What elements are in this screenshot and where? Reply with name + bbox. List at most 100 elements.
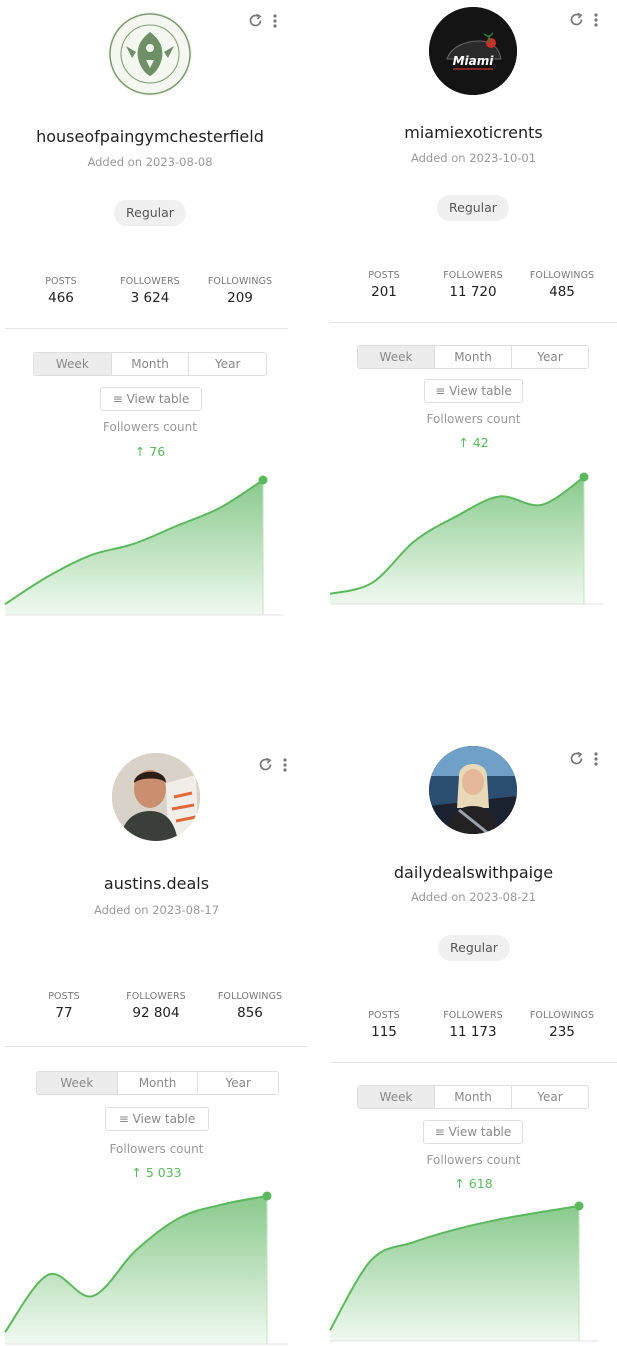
list-icon: ≡ xyxy=(118,1112,133,1126)
status-badge: Regular xyxy=(438,935,510,961)
refresh-icon[interactable] xyxy=(247,12,264,29)
list-icon: ≡ xyxy=(435,384,450,398)
stat-posts: POSTS 466 xyxy=(31,276,91,306)
view-table-label: View table xyxy=(132,1112,196,1126)
stat-followers: FOLLOWERS 92 804 xyxy=(116,991,196,1021)
avatar[interactable] xyxy=(112,753,200,841)
stat-label: FOLLOWERS xyxy=(443,270,503,281)
more-vertical-icon[interactable] xyxy=(283,757,287,772)
profile-photo xyxy=(112,753,200,841)
avatar[interactable] xyxy=(429,746,517,834)
divider xyxy=(330,322,617,323)
chart-line xyxy=(329,1205,580,1331)
avatar-text: Miami xyxy=(453,54,495,68)
stat-value: 209 xyxy=(227,290,253,306)
tab-month[interactable]: Month xyxy=(434,346,511,368)
stat-value: 11 173 xyxy=(449,1024,497,1040)
more-vertical-icon[interactable] xyxy=(594,12,598,27)
period-tabs: Week Month Year xyxy=(357,1085,589,1109)
tab-year[interactable]: Year xyxy=(197,1072,278,1094)
refresh-icon[interactable] xyxy=(257,756,274,773)
avatar[interactable] xyxy=(106,10,194,98)
chart-label: Followers count xyxy=(426,1153,521,1167)
stat-label: FOLLOWERS xyxy=(443,1010,503,1021)
followers-delta: ↑ 76 xyxy=(134,444,166,459)
tab-month[interactable]: Month xyxy=(110,353,189,375)
view-table-button[interactable]: ≡ View table xyxy=(423,1120,523,1144)
chart-label: Followers count xyxy=(103,420,197,434)
chart-last-point[interactable] xyxy=(258,475,268,485)
chart-label: Followers count xyxy=(426,412,521,426)
stat-label: FOLLOWINGS xyxy=(529,270,595,281)
stat-value: 3 624 xyxy=(130,290,170,306)
chart-last-point[interactable] xyxy=(262,1191,272,1201)
chart-area xyxy=(5,1196,267,1344)
chart-line xyxy=(4,1195,268,1333)
username[interactable]: dailydealswithpaige xyxy=(330,863,617,882)
period-tabs: Week Month Year xyxy=(36,1071,279,1095)
stat-label: FOLLOWINGS xyxy=(217,991,283,1002)
profile-photo xyxy=(429,746,517,834)
view-table-button[interactable]: ≡ View table xyxy=(100,387,202,411)
list-icon: ≡ xyxy=(434,1125,449,1139)
stat-posts: POSTS 77 xyxy=(34,991,94,1021)
followers-delta: ↑ 5 033 xyxy=(131,1165,182,1180)
tab-year[interactable]: Year xyxy=(188,353,266,375)
username[interactable]: houseofpaingymchesterfield xyxy=(0,127,300,146)
tab-week[interactable]: Week xyxy=(34,353,111,375)
stat-followings: FOLLOWINGS 485 xyxy=(522,270,602,300)
stat-followers: FOLLOWERS 11 173 xyxy=(433,1010,513,1040)
stat-label: POSTS xyxy=(368,1010,400,1021)
chart-last-point[interactable] xyxy=(579,472,589,482)
stat-label: FOLLOWINGS xyxy=(529,1010,595,1021)
stat-label: FOLLOWINGS xyxy=(207,276,273,287)
added-date: Added on 2023-08-08 xyxy=(87,155,213,169)
followers-delta: ↑ 618 xyxy=(454,1176,493,1191)
stat-value: 77 xyxy=(55,1005,73,1021)
stat-followings: FOLLOWINGS 856 xyxy=(210,991,290,1021)
view-table-button[interactable]: ≡ View table xyxy=(424,379,523,403)
stat-label: FOLLOWERS xyxy=(120,276,180,287)
chart-line xyxy=(329,476,585,595)
stat-followings: FOLLOWINGS 235 xyxy=(522,1010,602,1040)
stat-value: 201 xyxy=(371,284,397,300)
stat-value: 466 xyxy=(48,290,74,306)
status-badge: Regular xyxy=(114,200,186,226)
stat-value: 11 720 xyxy=(449,284,497,300)
divider xyxy=(330,1062,617,1063)
tab-year[interactable]: Year xyxy=(511,346,588,368)
added-date: Added on 2023-10-01 xyxy=(410,151,537,165)
stat-posts: POSTS 201 xyxy=(354,270,414,300)
username[interactable]: miamiexoticrents xyxy=(330,123,617,142)
refresh-icon[interactable] xyxy=(568,11,585,28)
refresh-icon[interactable] xyxy=(568,750,585,767)
tab-week[interactable]: Week xyxy=(37,1072,117,1094)
added-date: Added on 2023-08-17 xyxy=(93,903,220,917)
stat-label: POSTS xyxy=(48,991,80,1002)
avatar[interactable]: Miami xyxy=(429,7,517,95)
divider xyxy=(5,1046,307,1047)
stat-value: 485 xyxy=(549,284,575,300)
followers-delta: ↑ 42 xyxy=(458,435,489,450)
more-vertical-icon[interactable] xyxy=(273,13,277,28)
tab-month[interactable]: Month xyxy=(434,1086,511,1108)
period-tabs: Week Month Year xyxy=(357,345,589,369)
stat-value: 856 xyxy=(237,1005,263,1021)
divider xyxy=(5,328,288,329)
chart-area xyxy=(330,1206,579,1341)
more-vertical-icon[interactable] xyxy=(594,751,598,766)
tab-week[interactable]: Week xyxy=(358,1086,434,1108)
tab-year[interactable]: Year xyxy=(511,1086,588,1108)
username[interactable]: austins.deals xyxy=(5,874,308,893)
chart-line xyxy=(4,479,264,606)
miami-logo: Miami xyxy=(429,7,517,95)
stat-value: 115 xyxy=(371,1024,397,1040)
chart-last-point[interactable] xyxy=(574,1201,584,1211)
tab-week[interactable]: Week xyxy=(358,346,434,368)
view-table-button[interactable]: ≡ View table xyxy=(105,1107,209,1131)
tab-month[interactable]: Month xyxy=(116,1072,198,1094)
stat-value: 235 xyxy=(549,1024,575,1040)
house-of-pain-logo xyxy=(108,12,192,96)
chart-area xyxy=(330,477,584,604)
stat-value: 92 804 xyxy=(132,1005,180,1021)
